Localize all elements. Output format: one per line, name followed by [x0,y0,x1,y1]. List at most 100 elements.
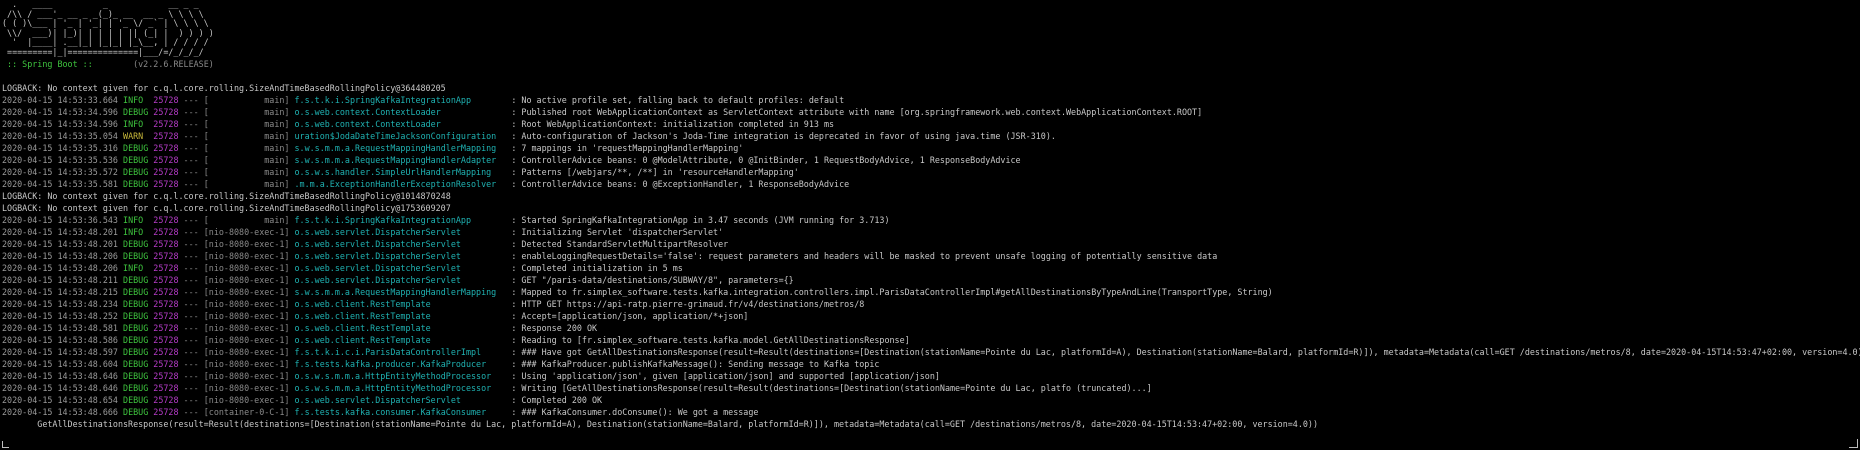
log-line: 2020-04-15 14:53:48.586 DEBUG 25728 --- … [2,334,910,345]
log-level: DEBUG [123,406,149,417]
log-logger: f.s.tests.kafka.consumer.KafkaConsumer [294,406,507,417]
log-thread: nio-8080-exec-1 [208,298,285,309]
log-level: DEBUG [123,106,149,117]
log-level: DEBUG [123,358,149,369]
log-message: : ControllerAdvice beans: 0 @ModelAttrib… [511,154,1021,165]
log-level: DEBUG [123,178,149,189]
log-line: 2020-04-15 14:53:35.316 DEBUG 25728 --- … [2,142,744,153]
log-message: : Auto-configuration of Jackson's Joda-T… [511,130,1056,141]
terminal-window[interactable]: . ____ _ __ _ _ /\\ / ___'_ __ _ _(_)_ _… [0,0,1860,450]
log-separator: --- [ [178,298,209,309]
log-logger: o.s.web.servlet.DispatcherServlet [294,394,507,405]
log-message: : Writing [GetAllDestinationsResponse(re… [511,382,1152,393]
log-line: 2020-04-15 14:53:34.596 DEBUG 25728 --- … [2,106,1203,117]
log-line: 2020-04-15 14:53:48.646 DEBUG 25728 --- … [2,370,940,381]
log-level: DEBUG [123,250,149,261]
log-line: 2020-04-15 14:53:36.543 INFO 25728 --- [… [2,214,890,225]
log-timestamp: 2020-04-15 14:53:48.646 [2,382,118,393]
banner-art-line: ' |____| .__|_| |_|_| |_\__, | / / / / [2,37,209,48]
log-separator: --- [ [178,394,209,405]
log-message: : Completed 200 OK [511,394,603,405]
log-message: : Accept=[application/json, application/… [511,310,749,321]
log-thread: main [208,166,285,177]
log-thread: nio-8080-exec-1 [208,334,285,345]
log-line: 2020-04-15 14:53:48.581 DEBUG 25728 --- … [2,322,598,333]
log-thread: nio-8080-exec-1 [208,274,285,285]
log-thread: main [208,94,285,105]
banner-art-line: \\/ ___)| |_)| | | | | || (_| | ) ) ) ) [2,27,214,38]
log-timestamp: 2020-04-15 14:53:48.201 [2,238,118,249]
spring-boot-label: :: Spring Boot :: [2,58,93,69]
log-pid: 25728 [153,118,179,129]
log-level: DEBUG [123,382,149,393]
log-pid: 25728 [153,106,179,117]
log-thread: container-0-C-1 [208,406,285,417]
log-logger: f.s.tests.kafka.producer.KafkaProducer [294,358,507,369]
log-level: DEBUG [123,334,149,345]
banner-art-line: . ____ _ __ _ _ [2,0,199,9]
log-continuation-line: GetAllDestinationsResponse(result=Result… [2,418,1319,429]
spring-boot-version: (v2.2.6.RELEASE) [92,58,214,69]
log-separator: --- [ [178,238,209,249]
log-line: 2020-04-15 14:53:33.664 INFO 25728 --- [… [2,94,845,105]
log-level: INFO [123,226,144,237]
log-timestamp: 2020-04-15 14:53:48.201 [2,226,118,237]
log-timestamp: 2020-04-15 14:53:48.586 [2,334,118,345]
log-logger: o.s.web.client.RestTemplate [294,334,507,345]
log-timestamp: 2020-04-15 14:53:36.543 [2,214,118,225]
log-logger: o.s.web.client.RestTemplate [294,298,507,309]
log-pid: 25728 [153,262,179,273]
log-line: 2020-04-15 14:53:48.597 DEBUG 25728 --- … [2,346,1860,358]
log-message: : Patterns [/webjars/**, /**] in 'resour… [511,166,799,177]
log-message: : GET "/paris-data/destinations/SUBWAY/8… [511,274,794,285]
log-message: : ### Have got GetAllDestinationsRespons… [511,346,1860,357]
log-line: 2020-04-15 14:53:48.654 DEBUG 25728 --- … [2,394,603,405]
log-pid: 25728 [153,406,179,417]
log-separator: --- [ [178,334,209,345]
log-pid: 25728 [153,178,179,189]
log-separator: --- [ [178,166,209,177]
log-timestamp: 2020-04-15 14:53:34.596 [2,106,118,117]
log-level: DEBUG [123,142,149,153]
log-separator: --- [ [178,118,209,129]
log-logger: o.s.w.s.m.m.a.HttpEntityMethodProcessor [294,370,507,381]
log-message: : Response 200 OK [511,322,598,333]
log-level: DEBUG [123,154,149,165]
log-level: INFO [123,94,144,105]
banner-art-line: =========|_|==============|___/=/_/_/_/ [2,46,204,57]
log-message: : No active profile set, falling back to… [511,94,845,105]
logback-warning: LOGBACK: No context given for c.q.l.core… [2,82,446,93]
log-pid: 25728 [153,154,179,165]
log-logger: s.w.s.m.m.a.RequestMappingHandlerMapping [294,286,507,297]
log-thread: nio-8080-exec-1 [208,262,285,273]
log-separator: --- [ [178,382,209,393]
log-level: DEBUG [123,274,149,285]
log-timestamp: 2020-04-15 14:53:48.597 [2,346,118,357]
log-logger: o.s.web.context.ContextLoader [294,106,507,117]
log-line: 2020-04-15 14:53:48.604 DEBUG 25728 --- … [2,358,880,369]
resize-handle-icon[interactable] [1849,439,1858,448]
log-logger: f.s.t.k.i.SpringKafkaIntegrationApp [294,214,507,225]
log-line: 2020-04-15 14:53:48.215 DEBUG 25728 --- … [2,286,1273,297]
log-timestamp: 2020-04-15 14:53:48.211 [2,274,118,285]
log-thread: nio-8080-exec-1 [208,358,285,369]
log-thread: nio-8080-exec-1 [208,370,285,381]
log-thread: main [208,130,285,141]
log-timestamp: 2020-04-15 14:53:48.206 [2,262,118,273]
log-level: DEBUG [123,370,149,381]
log-line: 2020-04-15 14:53:48.211 DEBUG 25728 --- … [2,274,794,285]
log-thread: main [208,214,285,225]
log-level: DEBUG [123,322,149,333]
log-message: : enableLoggingRequestDetails='false': r… [511,250,1218,261]
log-separator: --- [ [178,94,209,105]
log-logger: .m.m.a.ExceptionHandlerExceptionResolver [294,178,507,189]
log-pid: 25728 [153,310,179,321]
log-logger: o.s.web.servlet.DispatcherServlet [294,274,507,285]
log-line: 2020-04-15 14:53:48.646 DEBUG 25728 --- … [2,382,1152,393]
log-line: 2020-04-15 14:53:48.201 INFO 25728 --- [… [2,226,724,237]
log-message: : Using 'application/json', given [appli… [511,370,940,381]
log-separator: --- [ [178,226,209,237]
log-thread: nio-8080-exec-1 [208,382,285,393]
log-timestamp: 2020-04-15 14:53:48.654 [2,394,118,405]
